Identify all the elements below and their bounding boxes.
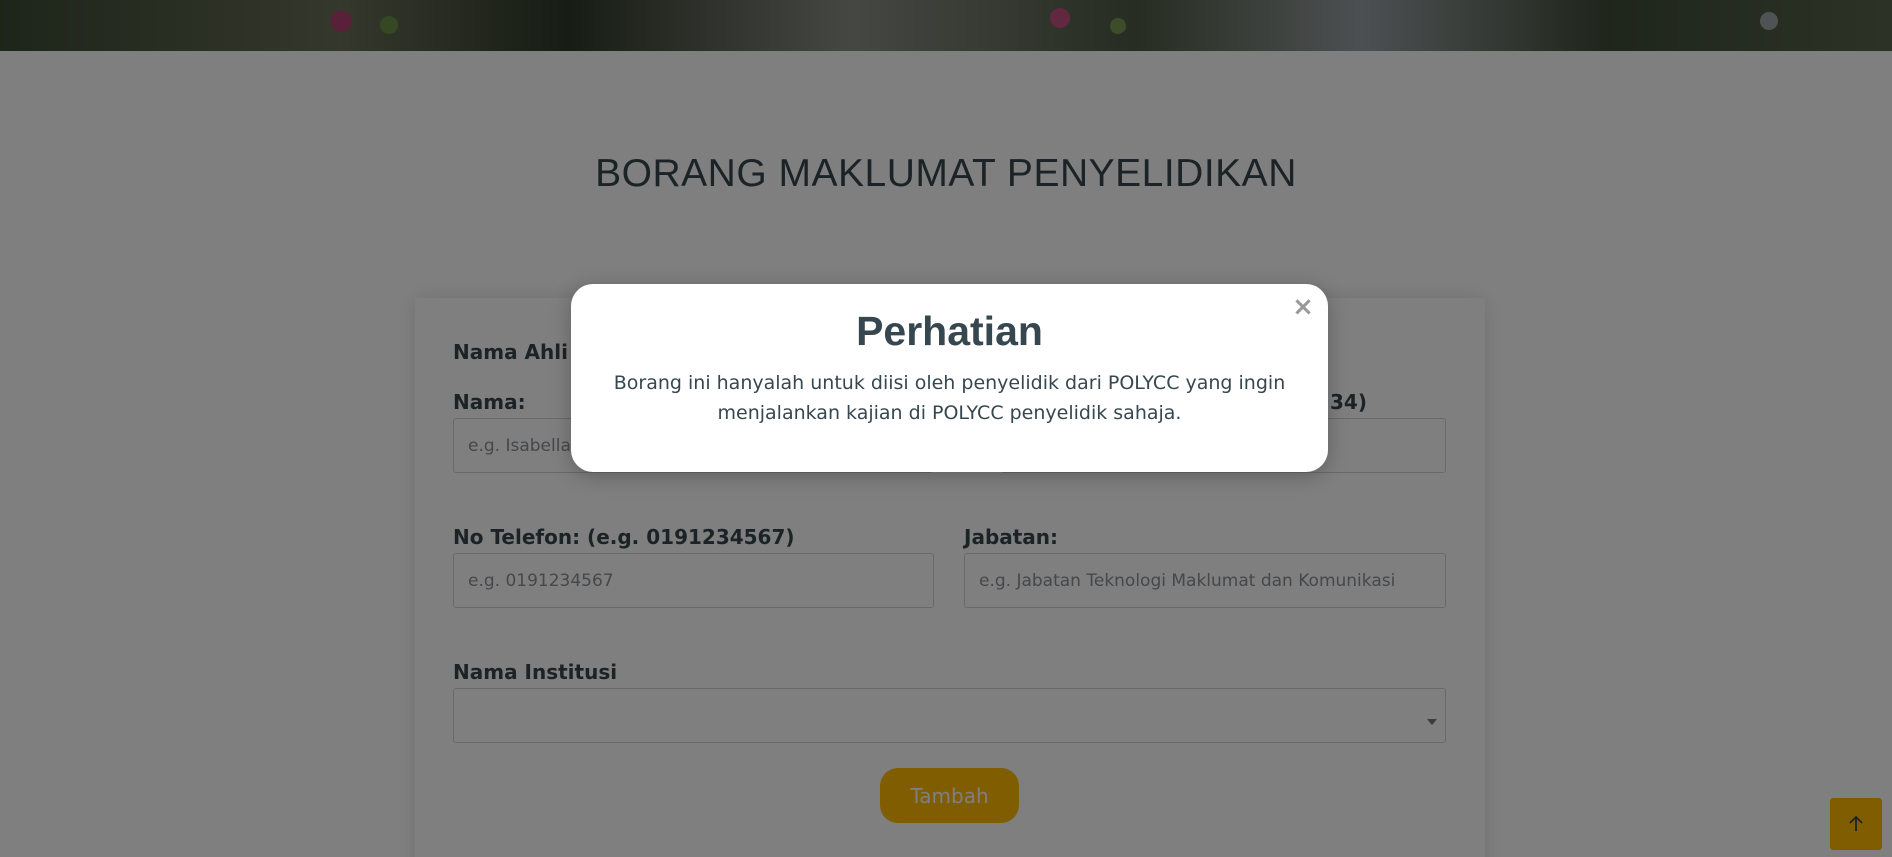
modal-title: Perhatian [856,308,1043,354]
notice-modal: × Perhatian Borang ini hanyalah untuk di… [571,284,1328,472]
modal-message: Borang ini hanyalah untuk diisi oleh pen… [613,372,1286,424]
